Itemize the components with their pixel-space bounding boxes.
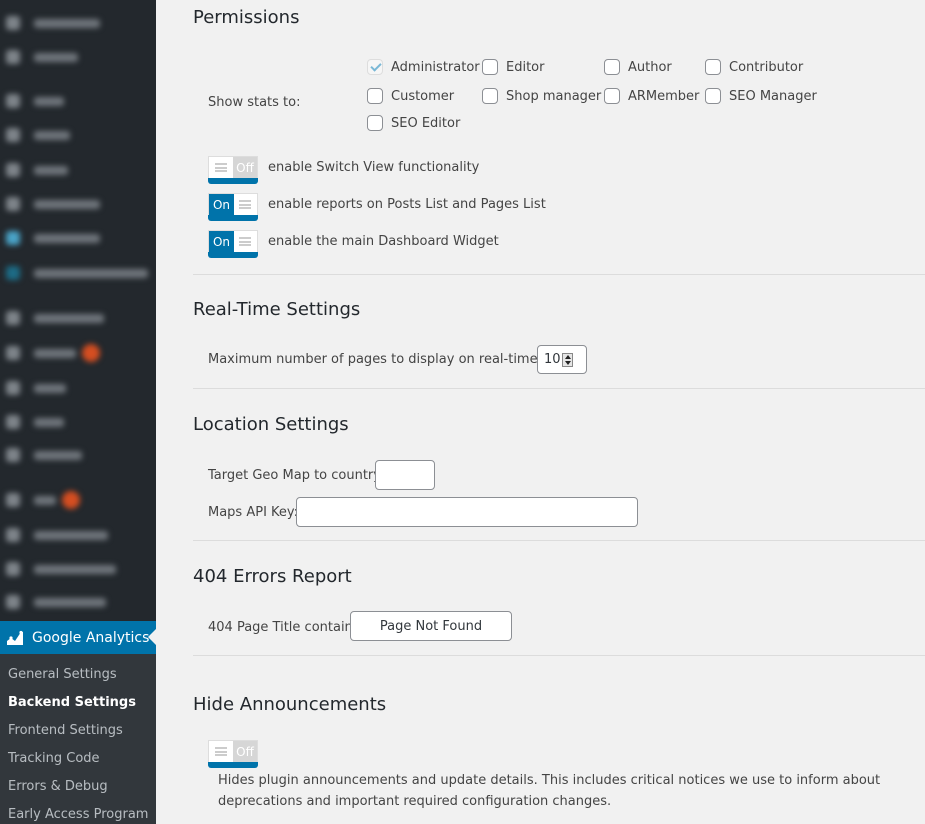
menu-item-blurred[interactable] — [6, 527, 108, 543]
toggle-label: enable reports on Posts List and Pages L… — [268, 197, 546, 212]
menu-item-blurred[interactable] — [6, 162, 68, 178]
submenu-backend-settings[interactable]: Backend Settings — [0, 689, 156, 717]
menu-item-blurred[interactable] — [6, 491, 80, 509]
announcements-description: Hides plugin announcements and update de… — [218, 773, 881, 809]
location-section: Location Settings Target Geo Map to coun… — [193, 389, 925, 541]
toggle-label: enable the main Dashboard Widget — [268, 234, 499, 249]
menu-item-blurred[interactable] — [6, 414, 64, 430]
submenu-frontend-settings[interactable]: Frontend Settings — [0, 717, 156, 745]
menu-item-blurred[interactable] — [6, 15, 100, 31]
role-author[interactable]: Author — [604, 59, 672, 75]
section-title: Permissions — [193, 7, 300, 28]
realtime-section: Real-Time Settings Maximum number of pag… — [193, 275, 925, 389]
menu-item-blurred[interactable] — [6, 344, 100, 362]
toggle-state: On — [209, 231, 234, 252]
role-administrator[interactable]: Administrator — [367, 59, 480, 75]
checkbox[interactable] — [367, 115, 383, 131]
menu-item-blurred[interactable] — [6, 49, 78, 65]
max-pages-input[interactable]: 10 — [537, 345, 587, 374]
menu-item-blurred[interactable] — [6, 310, 104, 326]
permissions-section: Permissions Show stats to: Administrator… — [193, 0, 925, 275]
chart-area-icon — [7, 630, 23, 645]
maps-api-key-label: Maps API Key: — [208, 505, 299, 520]
geo-map-input[interactable] — [375, 460, 435, 490]
toggle-handle — [233, 194, 257, 215]
max-pages-label: Maximum number of pages to display on re… — [208, 352, 568, 367]
menu-item-blurred[interactable] — [6, 265, 148, 281]
page-title-label: 404 Page Title contains: — [208, 620, 364, 635]
toggle-state: Off — [233, 157, 257, 178]
number-spinner[interactable] — [561, 352, 573, 367]
main-content: Permissions Show stats to: Administrator… — [193, 0, 925, 824]
max-pages-value: 10 — [544, 352, 561, 367]
toggle-handle — [209, 157, 233, 178]
hide-announcements-toggle[interactable]: Off — [208, 740, 258, 768]
toggle-state: Off — [233, 741, 257, 762]
toggle-label: enable Switch View functionality — [268, 160, 480, 175]
submenu: General Settings Backend Settings Fronte… — [0, 654, 156, 824]
submenu-tracking-code[interactable]: Tracking Code — [0, 745, 156, 773]
menu-item-google-analytics[interactable]: Google Analytics — [0, 621, 156, 654]
menu-item-blurred[interactable] — [6, 561, 116, 577]
geo-map-label: Target Geo Map to country: — [208, 468, 385, 483]
show-stats-label: Show stats to: — [208, 95, 301, 110]
checkbox[interactable] — [367, 88, 383, 104]
role-editor[interactable]: Editor — [482, 59, 544, 75]
checkbox[interactable] — [367, 59, 383, 75]
checkbox[interactable] — [604, 88, 620, 104]
menu-item-blurred[interactable] — [6, 230, 100, 246]
toggle-handle — [209, 741, 233, 762]
switch-view-toggle[interactable]: Off — [208, 156, 258, 184]
checkbox[interactable] — [482, 59, 498, 75]
toggle-handle — [233, 231, 257, 252]
posts-pages-reports-toggle[interactable]: On — [208, 193, 258, 221]
toggle-state: On — [209, 194, 234, 215]
current-menu-arrow — [148, 629, 156, 645]
admin-sidebar: Google Analytics General Settings Backen… — [0, 0, 156, 824]
checkbox[interactable] — [705, 88, 721, 104]
submenu-early-access[interactable]: Early Access Program — [0, 801, 156, 824]
errors-404-section: 404 Errors Report 404 Page Title contain… — [193, 541, 925, 656]
section-title: Hide Announcements — [193, 694, 387, 715]
menu-item-blurred[interactable] — [6, 447, 82, 463]
menu-item-blurred[interactable] — [6, 93, 64, 109]
menu-item-blurred[interactable] — [6, 594, 106, 610]
role-contributor[interactable]: Contributor — [705, 59, 803, 75]
role-customer[interactable]: Customer — [367, 88, 454, 104]
checkbox[interactable] — [604, 59, 620, 75]
section-title: Real-Time Settings — [193, 299, 361, 320]
menu-label: Google Analytics — [32, 629, 150, 646]
role-seo-manager[interactable]: SEO Manager — [705, 88, 817, 104]
menu-item-blurred[interactable] — [6, 127, 70, 143]
submenu-errors-debug[interactable]: Errors & Debug — [0, 773, 156, 801]
menu-item-blurred[interactable] — [6, 380, 66, 396]
role-armember[interactable]: ARMember — [604, 88, 699, 104]
checkbox[interactable] — [482, 88, 498, 104]
role-shop-manager[interactable]: Shop manager — [482, 88, 601, 104]
menu-item-blurred[interactable] — [6, 196, 100, 212]
section-title: Location Settings — [193, 414, 349, 435]
role-seo-editor[interactable]: SEO Editor — [367, 115, 460, 131]
submenu-general-settings[interactable]: General Settings — [0, 661, 156, 689]
page-title-input[interactable]: Page Not Found — [350, 611, 512, 641]
checkbox[interactable] — [705, 59, 721, 75]
announcements-section: Hide Announcements Off Hides plugin anno… — [193, 656, 925, 824]
section-title: 404 Errors Report — [193, 566, 352, 587]
maps-api-key-input[interactable] — [296, 497, 638, 527]
dashboard-widget-toggle[interactable]: On — [208, 230, 258, 258]
